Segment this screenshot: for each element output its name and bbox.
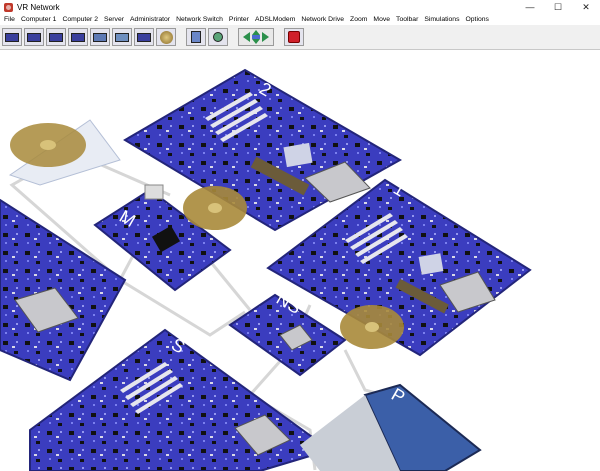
- stop-icon: [288, 31, 300, 43]
- menu-computer-1[interactable]: Computer 1: [18, 16, 60, 23]
- computer-2-icon: [27, 32, 41, 42]
- zoom-out-button[interactable]: [208, 28, 228, 46]
- menu-server[interactable]: Server: [101, 16, 127, 23]
- menu-simulations[interactable]: Simulations: [421, 16, 462, 23]
- printer-device[interactable]: P: [300, 383, 482, 471]
- network-3d-view[interactable]: 2 1 M NS S P: [0, 50, 600, 471]
- server-button[interactable]: [46, 28, 66, 46]
- zoom-in-button[interactable]: [186, 28, 206, 46]
- menu-options[interactable]: Options: [462, 16, 491, 23]
- move-arrows-icon: [243, 30, 269, 44]
- network-switch-icon: [93, 32, 107, 42]
- zoom-out-icon: [213, 32, 223, 42]
- printer-button[interactable]: [112, 28, 132, 46]
- menu-computer-2[interactable]: Computer 2: [59, 16, 101, 23]
- menu-network-drive[interactable]: Network Drive: [298, 16, 347, 23]
- menu-administrator[interactable]: Administrator: [127, 16, 173, 23]
- app-icon: [4, 2, 13, 12]
- administrator-button[interactable]: [68, 28, 88, 46]
- toolbar: [0, 25, 600, 50]
- network-drive-button[interactable]: [156, 28, 176, 46]
- server-icon: [49, 32, 63, 42]
- minimize-button[interactable]: —: [516, 0, 544, 14]
- computer-1-button[interactable]: [2, 28, 22, 46]
- stop-button[interactable]: [284, 28, 304, 46]
- administrator-icon: [71, 32, 85, 42]
- hard-disk-administrator: [183, 186, 247, 230]
- adsl-modem-button[interactable]: [134, 28, 154, 46]
- maximize-button[interactable]: ☐: [544, 0, 572, 14]
- close-button[interactable]: ✕: [572, 0, 600, 14]
- zoom-in-icon: [191, 31, 201, 43]
- window-title: VR Network: [17, 2, 60, 12]
- adsl-modem-icon: [137, 32, 151, 42]
- computer-1-icon: [5, 32, 19, 42]
- network-switch-button[interactable]: [90, 28, 110, 46]
- menu-adslmodem[interactable]: ADSLModem: [252, 16, 298, 23]
- hard-disk-computer-1: [340, 305, 404, 349]
- menu-printer[interactable]: Printer: [226, 16, 252, 23]
- title-bar: VR Network — ☐ ✕: [0, 0, 600, 14]
- computer-2-button[interactable]: [24, 28, 44, 46]
- menu-network-switch[interactable]: Network Switch: [173, 16, 226, 23]
- menu-zoom[interactable]: Zoom: [347, 16, 370, 23]
- network-drive-disk[interactable]: [8, 119, 121, 186]
- disk-icon: [159, 30, 173, 44]
- menu-bar: File Computer 1 Computer 2 Server Admini…: [0, 14, 600, 25]
- menu-file[interactable]: File: [0, 16, 18, 23]
- menu-move[interactable]: Move: [370, 16, 393, 23]
- move-button[interactable]: [238, 28, 274, 46]
- printer-icon: [115, 32, 129, 42]
- menu-toolbar[interactable]: Toolbar: [393, 16, 421, 23]
